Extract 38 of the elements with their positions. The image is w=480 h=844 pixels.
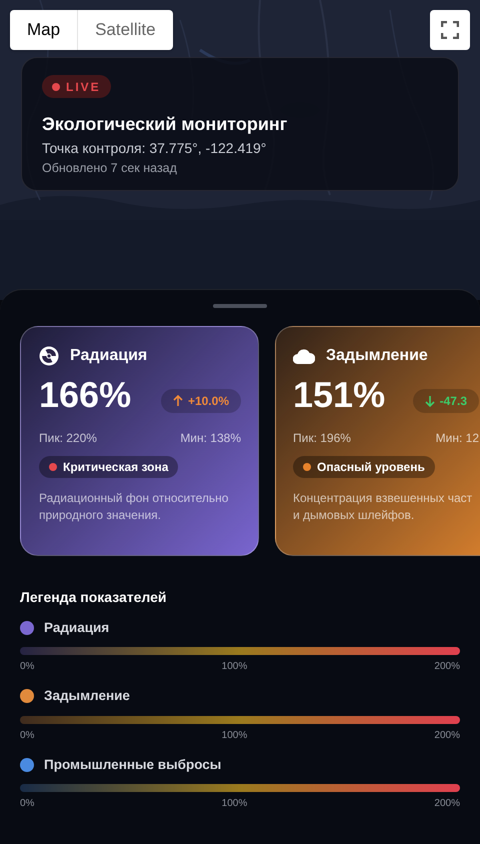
scale-tick-label: 200%	[434, 660, 460, 674]
status-label: Опасный уровень	[317, 459, 425, 476]
radiation-icon	[39, 346, 59, 366]
card-description: Концентрация взвешенных част и дымовых шлейфов.	[293, 490, 474, 524]
metric-value: 151%	[293, 373, 386, 417]
card-description: Радиационный фон относительно природного значения.	[39, 490, 230, 524]
live-label: LIVE	[66, 78, 101, 96]
trend-value: -47.3	[440, 393, 467, 410]
metric-value: 166%	[39, 373, 132, 417]
scale-tick-label: 200%	[434, 796, 460, 811]
min-value: Мин: 138%	[180, 430, 241, 447]
fullscreen-icon	[441, 21, 459, 39]
scale-tick-label: 100%	[222, 796, 248, 811]
card-title: Радиация	[70, 346, 148, 366]
panel-title: Экологический мониторинг	[42, 113, 288, 136]
scale-tick-label: 0%	[20, 660, 34, 674]
coordinates-text: Точка контроля: 37.775°, -122.419°	[42, 139, 268, 157]
peak-value: Пик: 196%	[293, 430, 351, 447]
status-label: Критическая зона	[63, 459, 168, 476]
scale-tick-label: 100%	[222, 660, 248, 674]
peak-value: Пик: 220%	[39, 430, 97, 447]
map-type-tab[interactable]: Map	[10, 10, 78, 50]
scale-tick-label: 0%	[20, 728, 34, 742]
card-title: Задымление	[326, 346, 428, 366]
drag-handle[interactable]	[213, 304, 267, 308]
cloud-icon	[293, 348, 315, 364]
legend-label: Промышленные выбросы	[44, 756, 222, 774]
trend-value: +10.0%	[188, 393, 229, 410]
fullscreen-button[interactable]	[430, 10, 470, 50]
map-type-tab[interactable]: Satellite	[77, 10, 173, 50]
scale-tick-label: 100%	[222, 728, 248, 742]
scale-tick-label: 200%	[434, 728, 460, 742]
min-value: Мин: 12	[436, 430, 479, 447]
legend-label: Задымление	[44, 687, 130, 706]
legend-title: Легенда показателей	[20, 588, 168, 606]
updated-time: Обновлено 7 сек назад	[42, 160, 178, 176]
scale-tick-label: 0%	[20, 796, 34, 811]
legend-label: Радиация	[44, 619, 110, 637]
